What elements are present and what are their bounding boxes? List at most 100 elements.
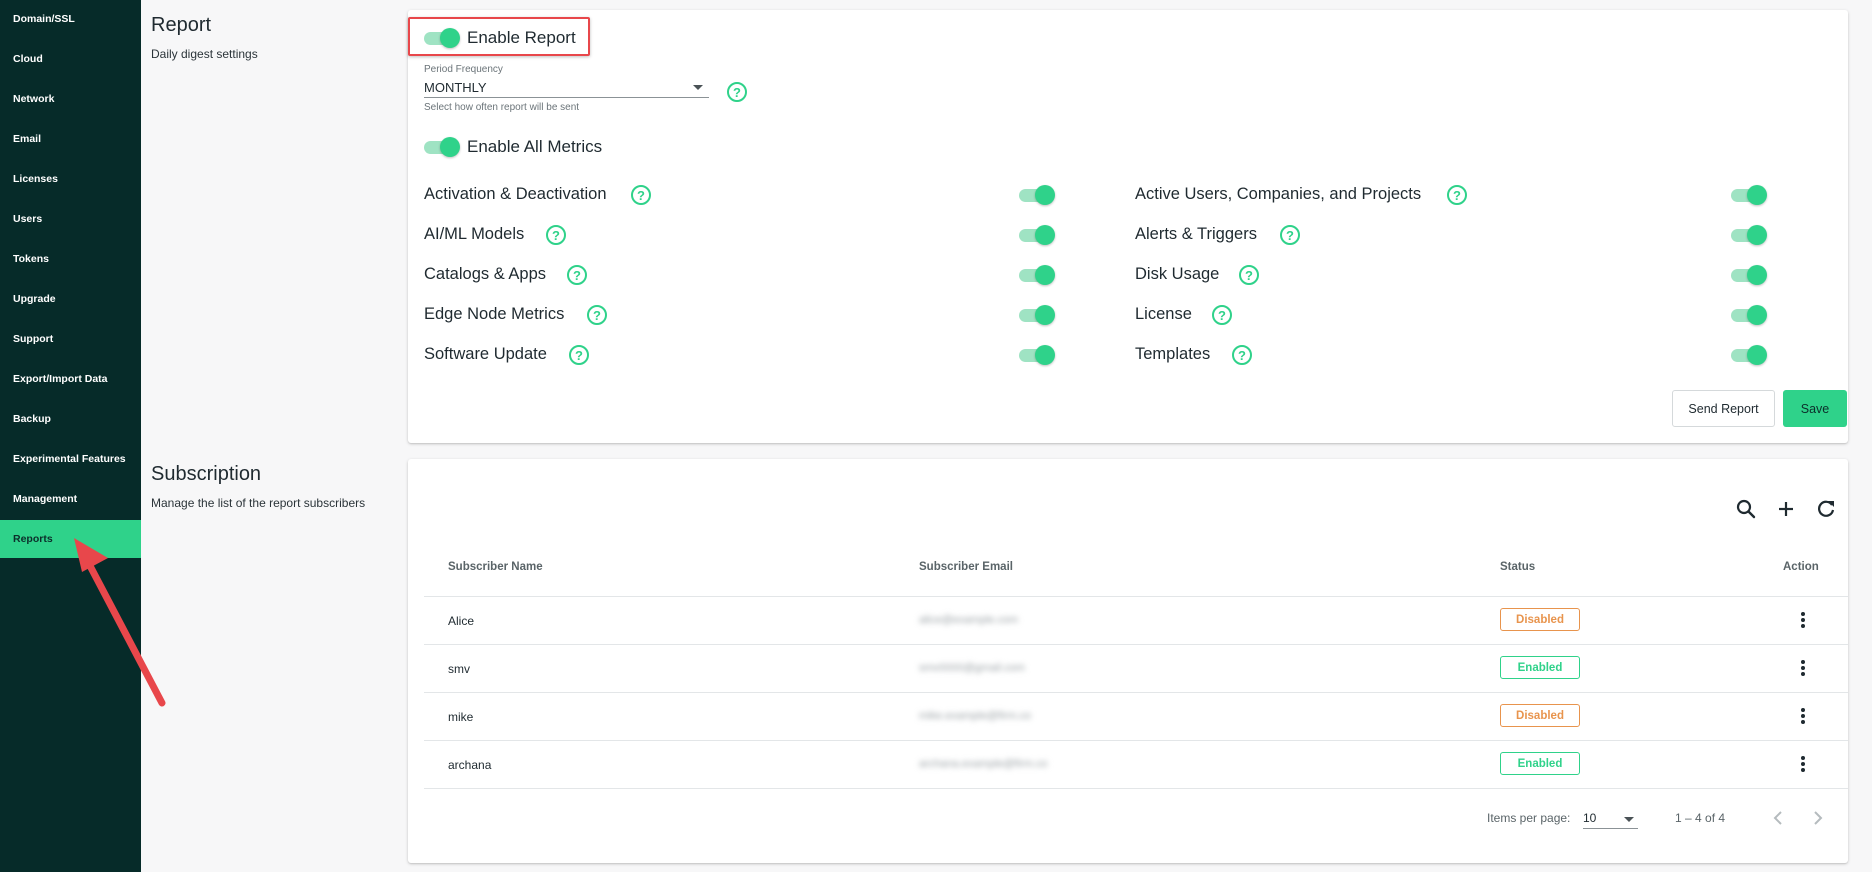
subscriber-email: smv0000@gmail.com (919, 662, 1025, 674)
sidebar-item-licenses[interactable]: Licenses (0, 160, 141, 198)
more-vert-icon[interactable] (1797, 754, 1809, 774)
sidebar-item-label: Backup (13, 413, 51, 425)
more-vert-icon[interactable] (1797, 658, 1809, 678)
help-icon[interactable]: ? (546, 225, 566, 245)
sidebar-item-experimental-features[interactable]: Experimental Features (0, 440, 141, 478)
metric-toggle-disk-usage[interactable] (1731, 265, 1767, 285)
metric-label-software-update: Software Update (424, 345, 547, 363)
column-header-subscriber-email[interactable]: Subscriber Email (919, 561, 1013, 573)
help-icon[interactable]: ? (1212, 305, 1232, 325)
sidebar-item-label: Support (13, 333, 54, 345)
sidebar-item-label: Licenses (13, 173, 58, 185)
column-header-subscriber-name[interactable]: Subscriber Name (448, 561, 543, 573)
metric-toggle-software-update[interactable] (1019, 345, 1055, 365)
subscriber-name: mike (448, 710, 474, 724)
metric-toggle-activation-deactivation[interactable] (1019, 185, 1055, 205)
send-report-button[interactable]: Send Report (1672, 390, 1775, 427)
status-badge: Disabled (1500, 704, 1580, 727)
help-icon[interactable]: ? (1447, 185, 1467, 205)
metric-label-license: License (1135, 305, 1192, 323)
help-icon[interactable]: ? (727, 82, 747, 102)
help-icon[interactable]: ? (587, 305, 607, 325)
add-icon[interactable] (1774, 497, 1798, 521)
enable-report-label: Enable Report (467, 28, 576, 47)
sidebar-item-label: Users (13, 213, 43, 225)
sidebar-item-domain-ssl[interactable]: Domain/SSL (0, 0, 141, 38)
column-header-status[interactable]: Status (1500, 561, 1535, 573)
sidebar-item-network[interactable]: Network (0, 80, 141, 118)
subscriber-name: Alice (448, 614, 475, 628)
help-icon[interactable]: ? (1280, 225, 1300, 245)
enable-all-metrics-toggle[interactable] (424, 137, 460, 157)
metric-toggle-ai-ml-models[interactable] (1019, 225, 1055, 245)
sidebar-item-reports[interactable]: Reports (0, 520, 141, 558)
sidebar-item-label: Management (13, 493, 78, 505)
help-icon[interactable]: ? (1232, 345, 1252, 365)
sidebar-item-management[interactable]: Management (0, 480, 141, 518)
status-badge: Enabled (1500, 656, 1580, 679)
status-badge: Disabled (1500, 608, 1580, 631)
metric-label-active-users: Active Users, Companies, and Projects (1135, 185, 1422, 203)
metric-label-ai-ml-models: AI/ML Models (424, 225, 525, 243)
help-icon[interactable]: ? (631, 185, 651, 205)
subscription-card (408, 459, 1848, 863)
subscriber-email: archana.example@firm.co (919, 758, 1048, 770)
chevron-down-icon (693, 85, 703, 90)
table-divider (424, 740, 1848, 741)
metric-toggle-license[interactable] (1731, 305, 1767, 325)
items-per-page-label: Items per page: (1487, 811, 1571, 825)
subscriber-name: archana (448, 758, 492, 772)
subscriber-email: alice@example.com (919, 614, 1019, 626)
sidebar-item-backup[interactable]: Backup (0, 400, 141, 438)
period-frequency-hint: Select how often report will be sent (424, 102, 580, 113)
sidebar-item-label: Email (13, 133, 42, 145)
sidebar-item-label: Upgrade (13, 293, 56, 305)
help-icon[interactable]: ? (567, 265, 587, 285)
sidebar-item-upgrade[interactable]: Upgrade (0, 280, 141, 318)
search-icon[interactable] (1734, 497, 1758, 521)
metric-label-disk-usage: Disk Usage (1135, 265, 1220, 283)
items-per-page-value: 10 (1583, 811, 1597, 825)
period-frequency-value-box[interactable]: MONTHLY (424, 78, 709, 98)
chevron-down-icon (1624, 817, 1634, 822)
status-badge: Enabled (1500, 752, 1580, 775)
period-frequency-label: Period Frequency (424, 64, 503, 75)
metric-label-alerts-triggers: Alerts & Triggers (1135, 225, 1257, 243)
sidebar-item-cloud[interactable]: Cloud (0, 40, 141, 78)
table-divider (424, 644, 1848, 645)
metric-label-edge-node-metrics: Edge Node Metrics (424, 305, 565, 323)
metric-toggle-templates[interactable] (1731, 345, 1767, 365)
table-divider (424, 596, 1848, 597)
enable-report-toggle[interactable] (424, 28, 460, 48)
chevron-left-icon[interactable] (1766, 806, 1790, 830)
table-divider (424, 692, 1848, 693)
sidebar-item-tokens[interactable]: Tokens (0, 240, 141, 278)
chevron-right-icon[interactable] (1806, 806, 1830, 830)
save-button[interactable]: Save (1783, 390, 1847, 427)
sidebar-item-label: Network (13, 93, 55, 105)
sidebar-item-label: Domain/SSL (13, 13, 75, 25)
sidebar-item-export-import-data[interactable]: Export/Import Data (0, 360, 141, 398)
items-per-page-select[interactable]: 10 (1583, 808, 1638, 829)
metric-toggle-active-users[interactable] (1731, 185, 1767, 205)
sidebar-item-label: Reports (13, 533, 53, 545)
sidebar-item-label: Cloud (13, 53, 43, 65)
more-vert-icon[interactable] (1797, 610, 1809, 630)
sidebar-item-support[interactable]: Support (0, 320, 141, 358)
report-section-title: Report (151, 14, 212, 36)
help-icon[interactable]: ? (1239, 265, 1259, 285)
subscription-section-title: Subscription (151, 463, 262, 485)
subscriber-name: smv (448, 662, 470, 676)
metric-toggle-edge-node-metrics[interactable] (1019, 305, 1055, 325)
report-section-subtitle: Daily digest settings (151, 47, 258, 61)
metric-toggle-alerts-triggers[interactable] (1731, 225, 1767, 245)
period-frequency-select[interactable]: Period Frequency MONTHLY Select how ofte… (424, 64, 709, 113)
metric-toggle-catalogs-apps[interactable] (1019, 265, 1055, 285)
help-icon[interactable]: ? (569, 345, 589, 365)
more-vert-icon[interactable] (1797, 706, 1809, 726)
refresh-icon[interactable] (1814, 497, 1838, 521)
sidebar: Domain/SSL Cloud Network Email Licenses … (0, 0, 141, 872)
sidebar-item-email[interactable]: Email (0, 120, 141, 158)
table-divider (424, 788, 1848, 789)
sidebar-item-users[interactable]: Users (0, 200, 141, 238)
